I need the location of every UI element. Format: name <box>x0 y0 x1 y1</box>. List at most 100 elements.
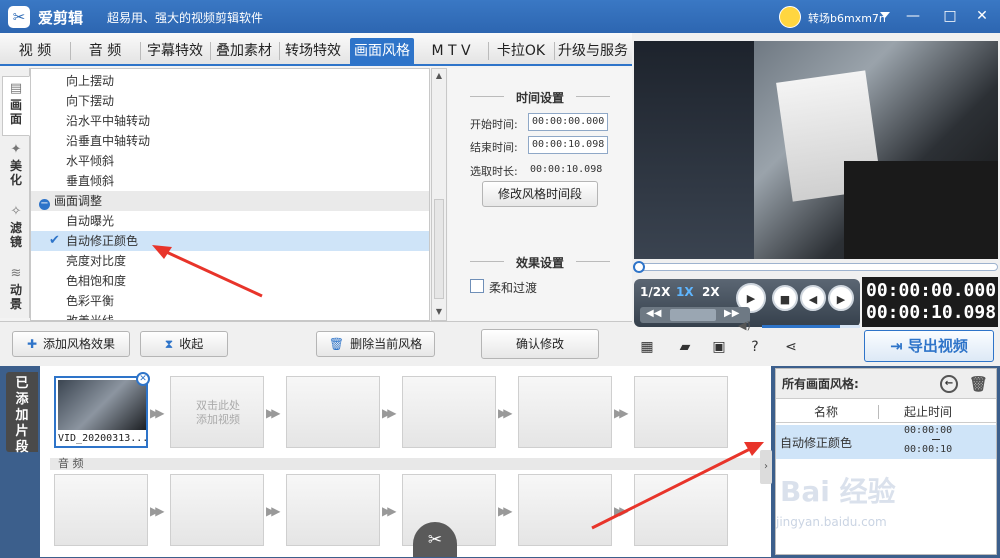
audio-slot[interactable] <box>518 474 612 546</box>
speed-1x-button[interactable]: 1X <box>676 285 694 299</box>
list-item[interactable]: 向下摆动 <box>31 91 429 111</box>
empty-clip-slot[interactable] <box>286 376 380 448</box>
list-item[interactable]: 色相饱和度 <box>31 271 429 291</box>
audio-slot[interactable] <box>54 474 148 546</box>
start-time-field[interactable]: 00:00:00.000 <box>528 113 608 131</box>
empty-clip-slot[interactable] <box>518 376 612 448</box>
collapse-minus-icon[interactable]: − <box>39 199 50 210</box>
open-folder-icon[interactable]: ▰ <box>676 339 694 357</box>
applied-style-row[interactable]: 自动修正颜色 00:00:00 00:00:10 <box>776 425 996 459</box>
seek-thumb[interactable] <box>670 309 716 321</box>
effects-action-bar: ✚ 添加风格效果 ⧗ 收起 🗑 删除当前风格 确认修改 <box>0 321 632 366</box>
list-item[interactable]: 水平倾斜 <box>31 151 429 171</box>
list-item[interactable]: 沿垂直中轴转动 <box>31 131 429 151</box>
help-icon[interactable]: ? <box>746 339 764 357</box>
duration-label: 选取时长: <box>470 165 518 178</box>
volume-slider[interactable] <box>762 325 860 328</box>
smooth-transition-checkbox[interactable] <box>470 279 484 293</box>
tab-transitions[interactable]: 转场特效 <box>281 38 345 64</box>
username[interactable]: 转场b6mxm7n <box>808 10 886 26</box>
modify-segment-button[interactable]: 修改风格时间段 <box>482 181 598 207</box>
tab-subtitle-effects[interactable]: 字幕特效 <box>143 38 207 64</box>
add-style-button[interactable]: ✚ 添加风格效果 <box>12 331 130 357</box>
side-tab-filter[interactable]: ✧ 滤 镜 <box>2 200 30 260</box>
seek-segment[interactable]: ◀◀ ▶▶ <box>640 307 750 323</box>
new-project-icon[interactable]: ▦ <box>638 339 656 357</box>
share-icon[interactable]: ⋖ <box>782 339 800 357</box>
tab-video[interactable]: 视 频 <box>6 38 64 64</box>
list-item-selected[interactable]: ✔ 自动修正颜色 <box>31 231 429 251</box>
list-item[interactable]: 改善光线 <box>31 311 429 320</box>
playback-progress-bar[interactable] <box>633 261 998 273</box>
collapse-label: 收起 <box>179 337 204 351</box>
panel-toggle-button[interactable]: › <box>760 450 772 484</box>
delete-style-button[interactable]: 🗑 删除当前风格 <box>316 331 435 357</box>
clip-thumbnail <box>58 380 146 430</box>
export-video-button[interactable]: ⇥ 导出视频 <box>864 330 994 362</box>
collapse-icon: ⧗ <box>164 337 174 351</box>
prev-frame-button[interactable]: ◀ <box>800 285 826 311</box>
smooth-transition-label[interactable]: 柔和过渡 <box>489 279 537 296</box>
speed-half-button[interactable]: 1/2X <box>640 285 670 299</box>
audio-slot[interactable] <box>170 474 264 546</box>
list-item[interactable]: 沿水平中轴转动 <box>31 111 429 131</box>
end-time-field[interactable]: 00:00:10.098 <box>528 136 608 154</box>
list-item[interactable]: 向上摆动 <box>31 71 429 91</box>
tab-audio[interactable]: 音 频 <box>76 38 134 64</box>
tab-upgrade[interactable]: 升级与服务 <box>556 38 630 64</box>
app-slogan: 超易用、强大的视频剪辑软件 <box>107 11 264 25</box>
list-item[interactable]: 亮度对比度 <box>31 251 429 271</box>
minimize-button[interactable]: — <box>904 7 922 25</box>
side-tab-motion[interactable]: ≋ 动 景 <box>2 262 30 322</box>
clip-hint: 双击此处 添加视频 <box>171 399 265 427</box>
waves-icon: ≋ <box>10 266 22 281</box>
empty-clip-slot[interactable]: 双击此处 添加视频 <box>170 376 264 448</box>
scroll-down-icon[interactable]: ▼ <box>434 307 444 316</box>
time-settings-heading: 时间设置 <box>515 91 564 105</box>
trash-icon[interactable]: 🗑 <box>969 369 988 399</box>
fast-forward-icon[interactable]: ▶▶ <box>724 308 739 319</box>
tab-karaoke[interactable]: 卡拉OK <box>491 38 551 64</box>
confirm-modify-button[interactable]: 确认修改 <box>481 329 599 359</box>
remove-clip-icon[interactable]: ✕ <box>136 372 150 386</box>
video-clip[interactable]: VID_20200313... ✕ <box>54 372 150 448</box>
empty-clip-slot[interactable] <box>634 376 728 448</box>
watermark-url: jingyan.baidu.com <box>776 515 887 529</box>
group-label: 画面调整 <box>54 194 103 208</box>
tab-overlay[interactable]: 叠加素材 <box>212 38 276 64</box>
close-button[interactable]: ✕ <box>973 7 991 25</box>
tab-picture-style[interactable]: 画面风格 <box>350 38 414 64</box>
video-content <box>634 41 754 259</box>
stop-button[interactable]: ■ <box>772 285 798 311</box>
side-tab-beautify[interactable]: ✦ 美 化 <box>2 138 30 198</box>
side-tab-label: 滤 镜 <box>9 221 22 249</box>
list-group-header[interactable]: − 画面调整 <box>31 191 429 211</box>
list-item[interactable]: 自动曝光 <box>31 211 429 231</box>
collapse-button[interactable]: ⧗ 收起 <box>140 331 228 357</box>
rewind-icon[interactable]: ◀◀ <box>646 308 661 319</box>
trash-icon: 🗑 <box>328 337 345 351</box>
scroll-up-icon[interactable]: ▲ <box>434 71 444 80</box>
save-icon[interactable]: ▣ <box>710 339 728 357</box>
side-tab-picture[interactable]: ▤ 画 面 <box>2 76 30 136</box>
list-item[interactable]: 垂直倾斜 <box>31 171 429 191</box>
clip-hint-line: 添加视频 <box>196 413 240 426</box>
user-avatar[interactable] <box>779 6 801 28</box>
audio-slot[interactable] <box>634 474 728 546</box>
maximize-button[interactable]: □ <box>941 7 959 25</box>
scroll-thumb[interactable] <box>434 199 444 299</box>
magic-wand-icon: ✦ <box>10 142 22 157</box>
audio-slot[interactable] <box>286 474 380 546</box>
side-tabs: ▤ 画 面 ✦ 美 化 ✧ 滤 镜 ≋ 动 景 <box>0 68 30 318</box>
tab-separator <box>70 42 71 60</box>
progress-knob[interactable] <box>633 261 645 273</box>
list-scrollbar[interactable]: ▲ ▼ <box>431 68 447 321</box>
next-frame-button[interactable]: ▶ <box>828 285 854 311</box>
tab-mtv[interactable]: M T V <box>420 38 482 64</box>
speed-2x-button[interactable]: 2X <box>702 285 720 299</box>
empty-clip-slot[interactable] <box>402 376 496 448</box>
back-icon[interactable]: ← <box>940 375 958 393</box>
list-item[interactable]: 色彩平衡 <box>31 291 429 311</box>
video-preview[interactable] <box>634 41 998 259</box>
chevron-down-icon[interactable] <box>880 12 890 18</box>
